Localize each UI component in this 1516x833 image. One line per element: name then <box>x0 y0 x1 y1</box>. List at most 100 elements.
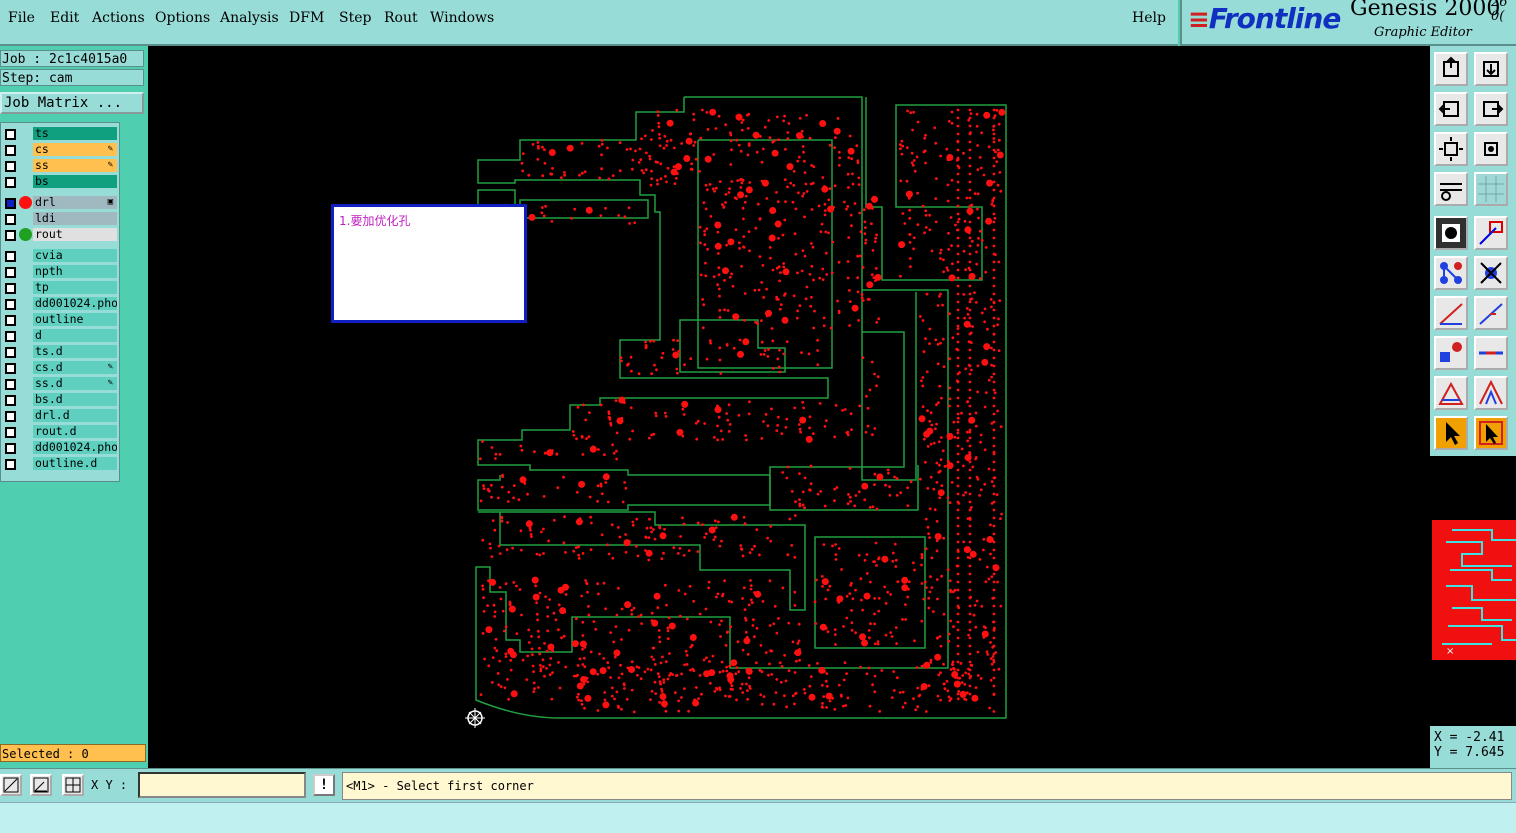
pan-left-icon[interactable] <box>1434 92 1468 126</box>
menu-file[interactable]: File <box>8 10 35 26</box>
layer-row[interactable]: d <box>1 329 119 343</box>
layer-name[interactable]: bs.d <box>33 393 117 406</box>
menu-windows[interactable]: Windows <box>430 10 494 26</box>
menu-rout[interactable]: Rout <box>384 10 418 26</box>
layer-row[interactable]: tp <box>1 281 119 295</box>
menu-help[interactable]: Help <box>1132 10 1166 26</box>
layer-row[interactable]: dd001024.pho <box>1 441 119 455</box>
layer-row[interactable]: bs.d <box>1 393 119 407</box>
layer-name[interactable]: rout <box>33 228 117 241</box>
line-draw-icon[interactable] <box>1434 296 1468 330</box>
layer-checkbox[interactable] <box>5 347 16 358</box>
angle-icon[interactable] <box>1474 376 1508 410</box>
layer-checkbox[interactable] <box>5 214 16 225</box>
select-box-icon[interactable] <box>1474 416 1508 450</box>
layer-row[interactable]: rout <box>1 228 119 242</box>
layer-name[interactable]: cvia <box>33 249 117 262</box>
layer-row[interactable]: cs ✎ <box>1 143 119 157</box>
zoom-fit-icon[interactable] <box>1434 132 1468 166</box>
layer-name[interactable]: npth <box>33 265 117 278</box>
zoom-in-icon[interactable] <box>1474 52 1508 86</box>
layer-checkbox[interactable] <box>5 177 16 188</box>
layer-name[interactable]: outline <box>33 313 117 326</box>
graphic-canvas[interactable] <box>148 46 1430 768</box>
layer-row[interactable]: npth <box>1 265 119 279</box>
menu-step[interactable]: Step <box>339 10 371 26</box>
alert-icon[interactable]: ! <box>313 774 335 796</box>
menu-edit[interactable]: Edit <box>50 10 79 26</box>
cross-icon[interactable] <box>1474 256 1508 290</box>
menu-analysis[interactable]: Analysis <box>220 10 279 26</box>
layer-name[interactable]: ss ✎ <box>33 159 117 172</box>
layer-row[interactable]: cs.d ✎ <box>1 361 119 375</box>
layer-name[interactable]: dd001024.pho <box>33 297 117 310</box>
note-popup[interactable]: 1.要加优化孔 <box>331 204 527 323</box>
menu-dfm[interactable]: DFM <box>289 10 324 26</box>
pan-right-icon[interactable] <box>1474 92 1508 126</box>
layer-name[interactable]: ss.d ✎ <box>33 377 117 390</box>
connect-icon[interactable] <box>1434 256 1468 290</box>
layer-name[interactable]: d <box>33 329 117 342</box>
layer-name[interactable]: ldi <box>33 212 117 225</box>
triangle-icon[interactable] <box>1434 376 1468 410</box>
board-thumbnail[interactable]: × <box>1432 520 1516 660</box>
layer-name[interactable]: ts <box>33 127 117 140</box>
layer-name[interactable]: cs ✎ <box>33 143 117 156</box>
layer-row[interactable]: bs <box>1 175 119 189</box>
layer-checkbox[interactable] <box>5 443 16 454</box>
zoom-out-icon[interactable] <box>1474 132 1508 166</box>
layer-row[interactable]: ss.d ✎ <box>1 377 119 391</box>
layer-name[interactable]: outline.d <box>33 457 117 470</box>
layer-checkbox[interactable] <box>5 283 16 294</box>
layer-checkbox[interactable] <box>5 161 16 172</box>
layer-checkbox[interactable] <box>5 395 16 406</box>
layer-checkbox[interactable] <box>5 427 16 438</box>
zoom-home-icon[interactable] <box>1434 52 1468 86</box>
snap-icon[interactable] <box>1434 216 1468 250</box>
layer-checkbox[interactable] <box>5 331 16 342</box>
angle-mode-icon[interactable] <box>30 774 52 796</box>
layer-checkbox[interactable] <box>5 267 16 278</box>
layer-checkbox[interactable] <box>5 411 16 422</box>
pad-icon[interactable] <box>1434 336 1468 370</box>
layer-checkbox[interactable] <box>5 459 16 470</box>
layer-row[interactable]: ss ✎ <box>1 159 119 173</box>
layer-name[interactable]: tp <box>33 281 117 294</box>
layer-checkbox[interactable] <box>5 251 16 262</box>
layer-row[interactable]: ldi <box>1 212 119 226</box>
layer-checkbox[interactable] <box>5 145 16 156</box>
select-arrow-icon[interactable] <box>1434 416 1468 450</box>
layer-checkbox[interactable] <box>5 129 16 140</box>
settings-icon[interactable] <box>1434 172 1468 206</box>
distance-icon[interactable] <box>1474 336 1508 370</box>
layer-checkbox[interactable] <box>5 379 16 390</box>
menu-options[interactable]: Options <box>155 10 210 26</box>
layer-name[interactable]: dd001024.pho <box>33 441 117 454</box>
layer-row[interactable]: drl ▣ <box>1 196 119 210</box>
layer-name[interactable]: ts.d <box>33 345 117 358</box>
layer-row[interactable]: outline.d <box>1 457 119 471</box>
layer-row[interactable]: outline <box>1 313 119 327</box>
layer-checkbox[interactable] <box>5 315 16 326</box>
measure-mode-icon[interactable] <box>0 774 22 796</box>
layer-row[interactable]: cvia <box>1 249 119 263</box>
layer-name[interactable]: cs.d ✎ <box>33 361 117 374</box>
layer-row[interactable]: dd001024.pho <box>1 297 119 311</box>
layer-name[interactable]: drl.d <box>33 409 117 422</box>
job-matrix-button[interactable]: Job Matrix ... <box>0 92 144 114</box>
layer-row[interactable]: rout.d <box>1 425 119 439</box>
layer-name[interactable]: rout.d <box>33 425 117 438</box>
grid-icon[interactable] <box>1474 172 1508 206</box>
layer-row[interactable]: drl.d <box>1 409 119 423</box>
grid-snap-icon[interactable] <box>62 774 84 796</box>
layer-checkbox[interactable] <box>5 363 16 374</box>
layer-name[interactable]: bs <box>33 175 117 188</box>
layer-checkbox[interactable] <box>5 230 16 241</box>
menu-actions[interactable]: Actions <box>92 10 145 26</box>
layer-checkbox[interactable] <box>5 299 16 310</box>
layer-name[interactable]: drl ▣ <box>33 196 117 209</box>
measure-icon[interactable] <box>1474 216 1508 250</box>
layer-row[interactable]: ts <box>1 127 119 141</box>
line-angle-icon[interactable] <box>1474 296 1508 330</box>
layer-row[interactable]: ts.d <box>1 345 119 359</box>
